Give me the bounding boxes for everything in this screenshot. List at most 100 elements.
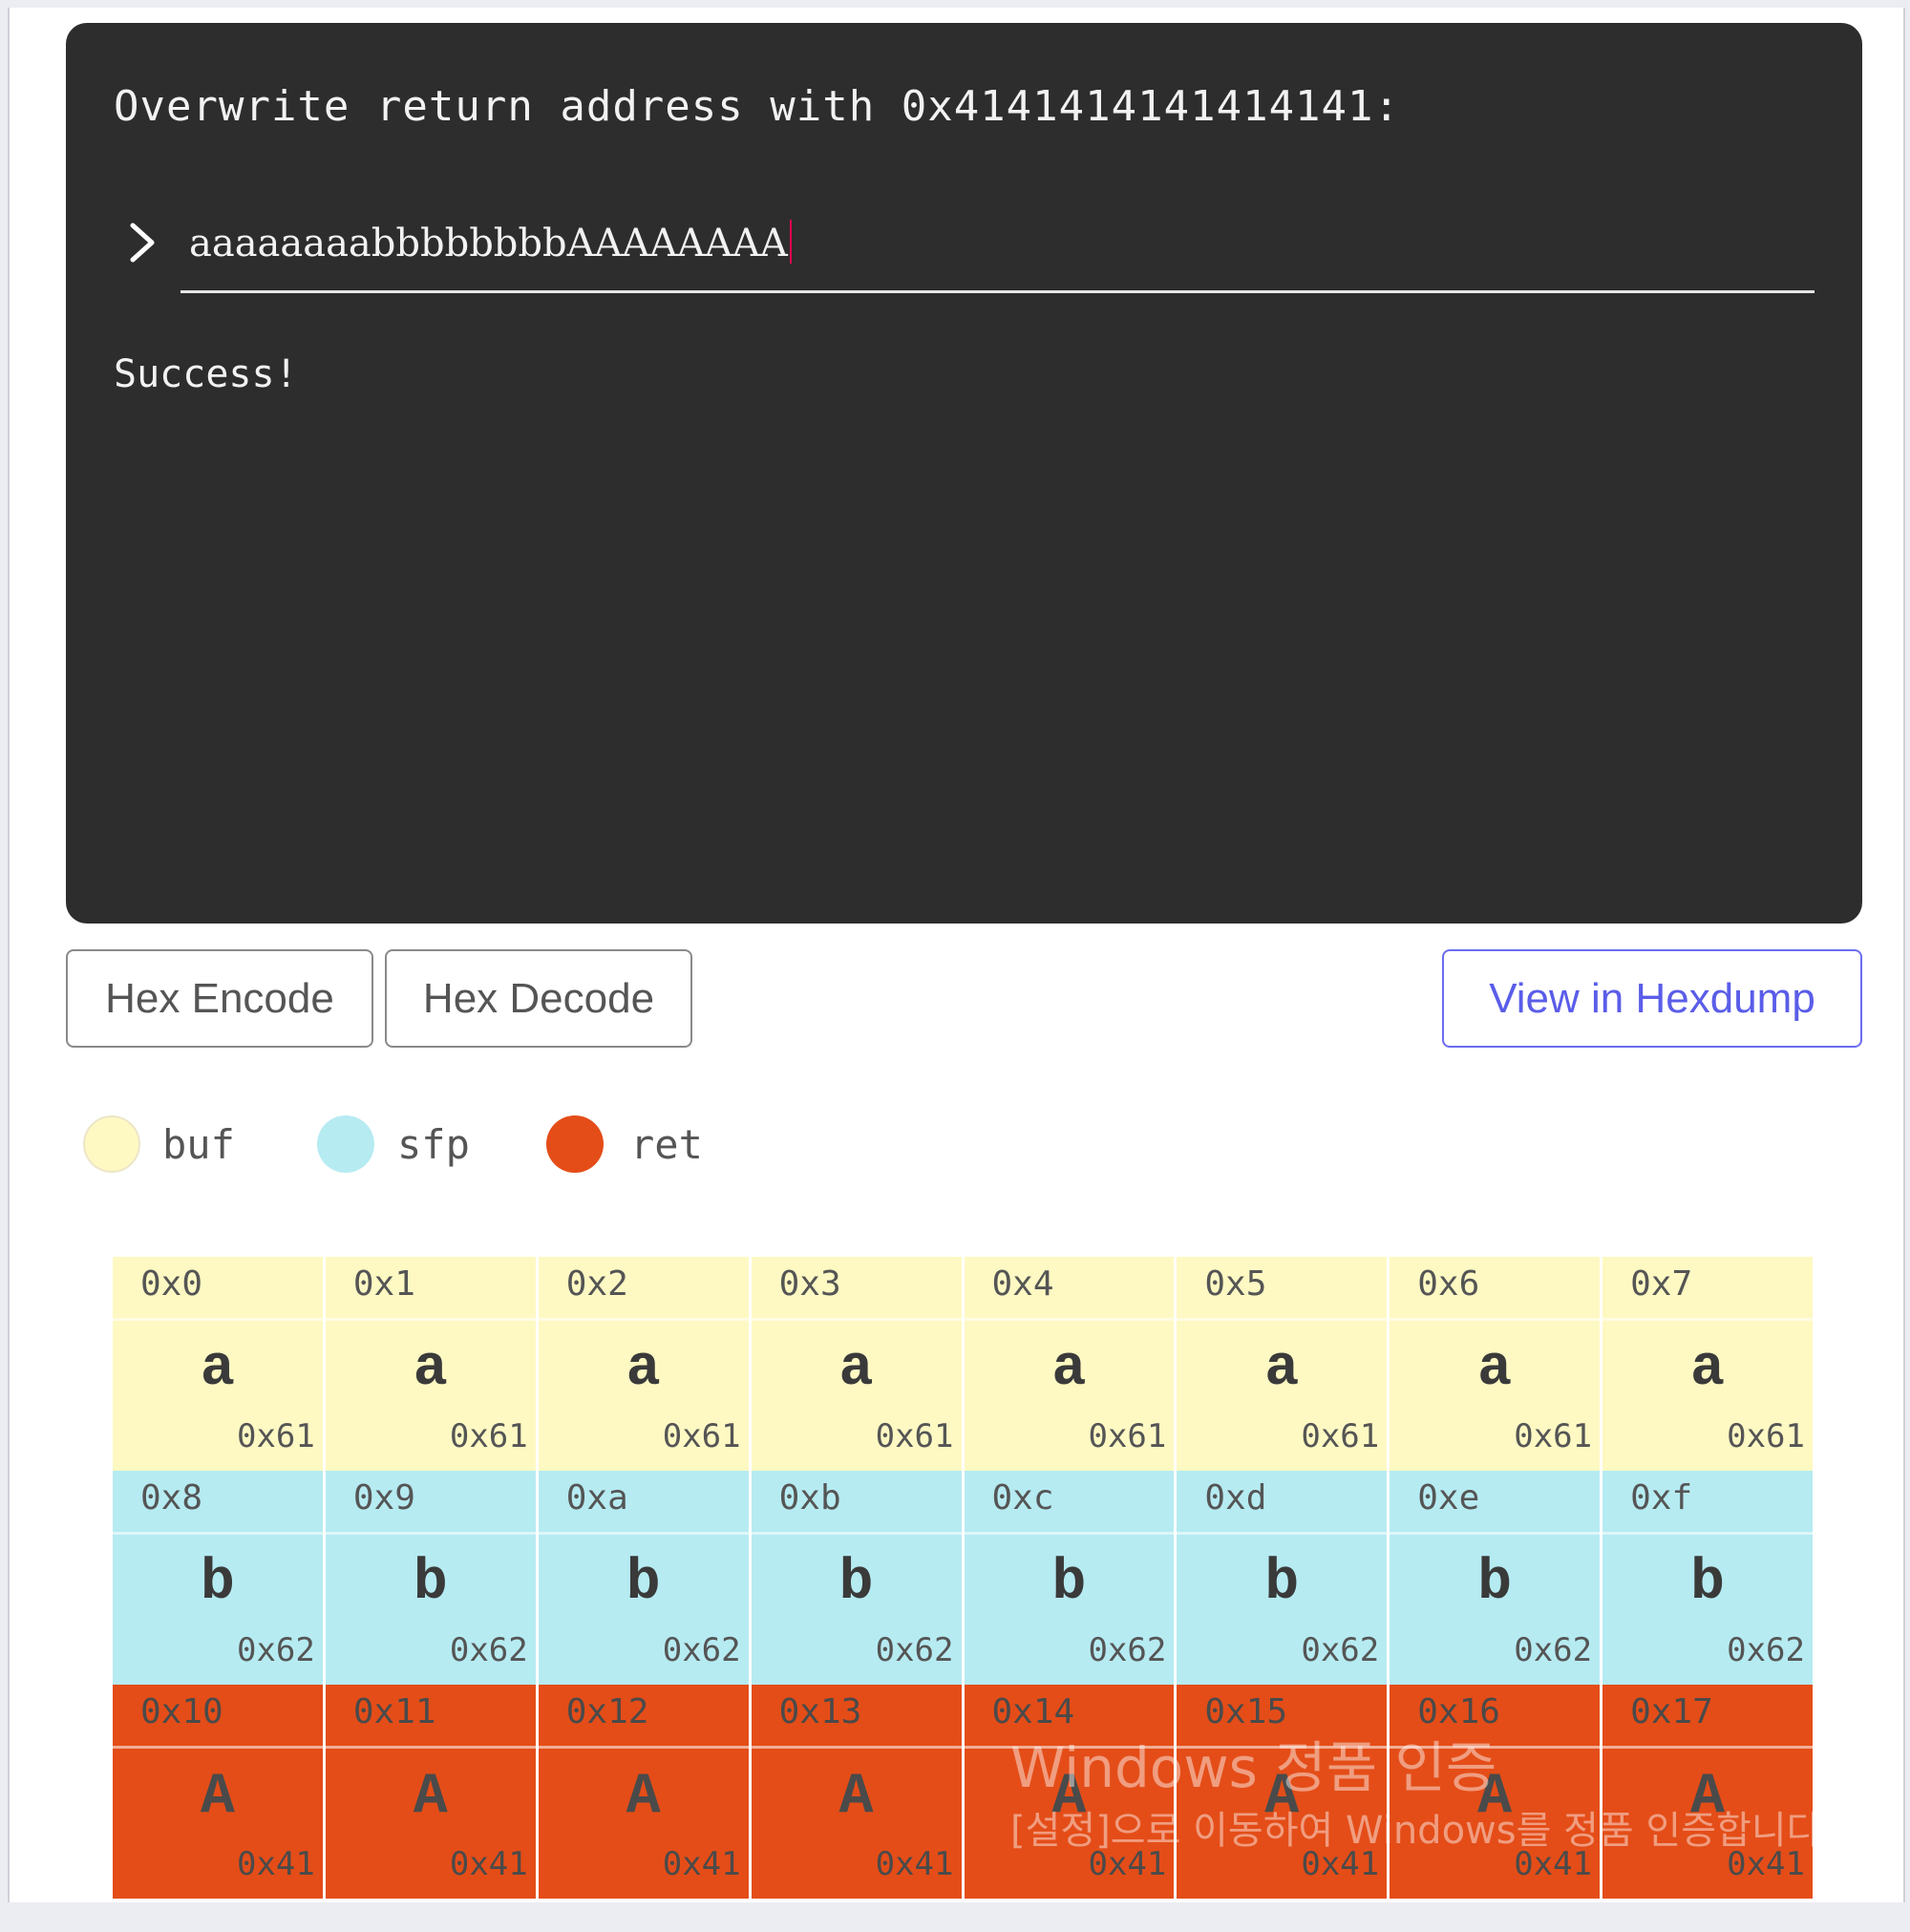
memory-hex: 0x41 [875,1845,954,1883]
memory-hex: 0x62 [1727,1631,1805,1669]
memory-cell-buf: 0x3 a 0x61 [751,1257,962,1471]
memory-char: b [1264,1551,1300,1616]
memory-hex: 0x62 [662,1631,741,1669]
memory-hex: 0x61 [1514,1417,1593,1455]
memory-hex: 0x61 [236,1417,315,1455]
memory-hex: 0x61 [449,1417,528,1455]
memory-cell-buf: 0x5 a 0x61 [1177,1257,1388,1471]
memory-cell-buf: 0x7 a 0x61 [1602,1257,1813,1471]
memory-offset: 0x17 [1602,1685,1813,1749]
view-in-hexdump-button[interactable]: View in Hexdump [1442,949,1862,1048]
memory-char: A [626,1765,661,1830]
memory-cell-ret: 0x13 A 0x41 [751,1685,962,1899]
memory-char: a [626,1337,661,1402]
memory-char: a [200,1337,235,1402]
memory-char: b [413,1551,448,1616]
memory-cell-ret: 0x10 A 0x41 [113,1685,323,1899]
memory-cell-sfp: 0xe b 0x62 [1390,1471,1601,1685]
memory-offset: 0xb [751,1471,962,1535]
memory-cell-sfp: 0xf b 0x62 [1602,1471,1813,1685]
memory-hex: 0x61 [1301,1417,1380,1455]
legend-label-buf: buf [162,1121,235,1168]
memory-hex: 0x61 [1727,1417,1805,1455]
memory-char: b [1690,1551,1726,1616]
memory-hex: 0x61 [875,1417,954,1455]
memory-char: b [838,1551,874,1616]
memory-hex: 0x62 [449,1631,528,1669]
memory-cell-sfp: 0xd b 0x62 [1177,1471,1388,1685]
memory-hex: 0x62 [236,1631,315,1669]
memory-offset: 0x0 [113,1257,323,1321]
memory-offset: 0xd [1177,1471,1388,1535]
memory-hex: 0x61 [1088,1417,1167,1455]
memory-char: A [200,1765,235,1830]
memory-offset: 0x2 [538,1257,749,1321]
memory-cell-buf: 0x1 a 0x61 [325,1257,536,1471]
memory-hex: 0x41 [662,1845,741,1883]
memory-char: a [1051,1337,1087,1402]
memory-cell-sfp: 0xb b 0x62 [751,1471,962,1685]
memory-cell-buf: 0x4 a 0x61 [964,1257,1175,1471]
hex-encode-button[interactable]: Hex Encode [66,949,373,1048]
memory-cell-sfp: 0xc b 0x62 [964,1471,1175,1685]
memory-hex: 0x62 [875,1631,954,1669]
memory-cell-ret: 0x17 A 0x41 [1602,1685,1813,1899]
memory-offset: 0x3 [751,1257,962,1321]
memory-cell-ret: 0x11 A 0x41 [325,1685,536,1899]
legend-dot-sfp [317,1115,374,1173]
legend-dot-buf [83,1115,140,1173]
memory-offset: 0xa [538,1471,749,1535]
memory-hex: 0x62 [1514,1631,1593,1669]
terminal: Overwrite return address with 0x41414141… [66,23,1862,924]
memory-char: a [1264,1337,1300,1402]
page-panel: Overwrite return address with 0x41414141… [8,8,1905,1902]
memory-hex: 0x62 [1301,1631,1380,1669]
memory-offset: 0x5 [1177,1257,1388,1321]
legend-label-ret: ret [630,1121,703,1168]
activation-watermark-subtitle: [설정]으로 이동하여 Windows를 정품 인증합니다. [1010,1809,1835,1853]
memory-hex: 0x62 [1088,1631,1167,1669]
chevron-right-icon [130,223,155,263]
memory-char: A [838,1765,874,1830]
memory-char: A [413,1765,448,1830]
memory-cell-sfp: 0x9 b 0x62 [325,1471,536,1685]
memory-cell-buf: 0x0 a 0x61 [113,1257,323,1471]
memory-offset: 0x13 [751,1685,962,1749]
memory-hex: 0x41 [449,1845,528,1883]
memory-offset: 0xe [1390,1471,1601,1535]
memory-offset: 0x6 [1390,1257,1601,1321]
memory-cell-sfp: 0xa b 0x62 [538,1471,749,1685]
memory-cell-buf: 0x2 a 0x61 [538,1257,749,1471]
memory-offset: 0x11 [325,1685,536,1749]
memory-char: b [626,1551,661,1616]
memory-char: a [1477,1337,1513,1402]
memory-offset: 0x7 [1602,1257,1813,1321]
memory-hex: 0x41 [236,1845,315,1883]
payload-input[interactable]: aaaaaaaabbbbbbbbAAAAAAAA [180,210,1814,293]
memory-char: a [413,1337,448,1402]
terminal-result: Success! [114,352,298,396]
memory-cell-buf: 0x6 a 0x61 [1390,1257,1601,1471]
text-caret [789,220,792,264]
memory-char: b [200,1551,235,1616]
memory-offset: 0x10 [113,1685,323,1749]
payload-input-value[interactable]: aaaaaaaabbbbbbbbAAAAAAAA [189,220,792,265]
memory-offset: 0x9 [325,1471,536,1535]
memory-offset: 0xf [1602,1471,1813,1535]
memory-cell-ret: 0x12 A 0x41 [538,1685,749,1899]
memory-offset: 0x1 [325,1257,536,1321]
terminal-prompt: Overwrite return address with 0x41414141… [114,82,1401,131]
legend-dot-ret [546,1115,604,1173]
memory-cell-sfp: 0x8 b 0x62 [113,1471,323,1685]
memory-char: b [1477,1551,1513,1616]
legend-label-sfp: sfp [397,1121,470,1168]
memory-offset: 0x12 [538,1685,749,1749]
memory-hex: 0x61 [662,1417,741,1455]
hex-decode-button[interactable]: Hex Decode [385,949,692,1048]
activation-watermark-title: Windows 정품 인증 [1010,1735,1497,1800]
memory-char: a [1690,1337,1726,1402]
memory-char: a [838,1337,874,1402]
memory-char: b [1051,1551,1087,1616]
memory-offset: 0xc [964,1471,1175,1535]
memory-offset: 0x4 [964,1257,1175,1321]
